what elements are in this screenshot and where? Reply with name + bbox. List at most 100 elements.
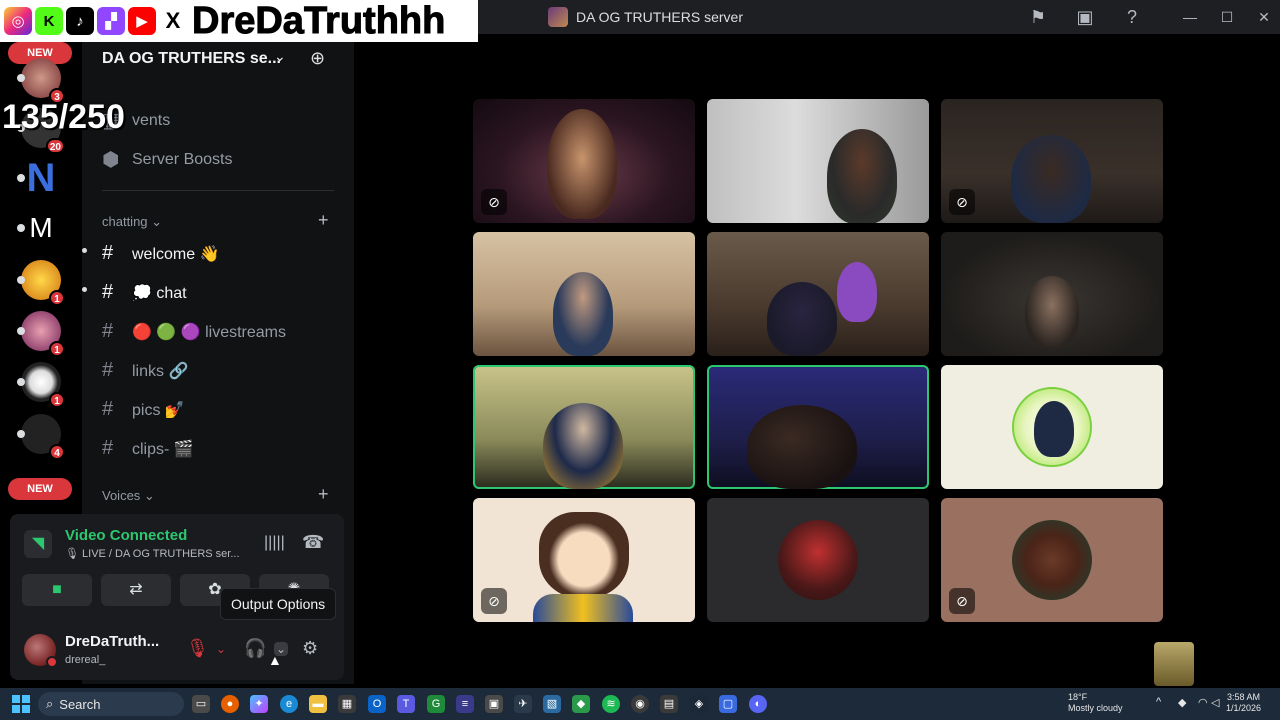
video-tile[interactable] [473,232,695,356]
mic-muted-icon[interactable]: 🎙 [186,638,209,659]
server-name[interactable]: DA OG TRUTHERS se... [102,50,281,68]
file-explorer-icon[interactable]: ▬ [309,695,327,713]
tray-app-icon[interactable]: ◆ [1178,696,1186,709]
minimize-button[interactable]: — [1180,7,1200,27]
start-button[interactable] [12,695,30,713]
invite-people-icon[interactable]: ⊕ [310,48,325,69]
camera-button[interactable]: ■ [22,574,92,606]
flag-icon[interactable]: ⚑ [1027,6,1049,28]
media-icon[interactable]: ▣ [485,695,503,713]
spotify-icon[interactable]: ≋ [602,695,620,713]
elgato-icon[interactable]: ▤ [660,695,678,713]
user-handle: drereal_ [65,654,106,666]
server-icon-1[interactable]: 3 [17,58,65,104]
channel-links[interactable]: # links 🔗 [102,359,188,382]
video-tile-speaking[interactable] [707,365,929,489]
video-tile[interactable]: ⊘ [941,498,1163,622]
video-tile[interactable]: ⊘ [473,99,695,223]
maximize-button[interactable]: ☐ [1217,7,1237,27]
unread-pill [17,430,25,438]
channel-label: pics 💅 [132,401,185,419]
video-tile[interactable]: ⊘ [473,498,695,622]
notes-icon[interactable]: ≡ [456,695,474,713]
discord-icon[interactable]: ◐ [749,695,767,713]
server-icon-5[interactable]: 1 [17,260,65,306]
video-tile[interactable] [707,99,929,223]
noise-suppression-icon[interactable]: ||||| [264,534,285,552]
wifi-icon[interactable]: ◠ [1198,696,1208,709]
server-icon-6[interactable]: 1 [17,311,65,357]
outlook-icon[interactable]: O [368,695,386,713]
clock[interactable]: 3:58 AM 1/1/2026 [1226,692,1261,714]
copilot-icon[interactable]: ✦ [250,695,268,713]
channel-clips[interactable]: # clips- 🎬 [102,437,194,460]
category-voices[interactable]: Voices ⌄ [102,488,155,504]
hash-icon: # [102,242,114,264]
plush-toy [837,262,877,322]
new-unreads-tag-bottom[interactable]: NEW [8,478,72,500]
edge-icon[interactable]: e [280,695,298,713]
close-button[interactable]: ✕ [1254,7,1274,27]
divider [102,190,334,191]
photos-icon[interactable]: ▧ [543,695,561,713]
steam-icon[interactable]: ◈ [690,695,708,713]
video-tile[interactable]: ⊘ [941,99,1163,223]
volume-icon[interactable]: ◁ [1211,696,1219,709]
search-placeholder: Search [59,696,101,712]
category-label: chatting [102,214,148,229]
voice-status[interactable]: Video Connected [65,527,187,544]
user-panel: DreDaTruth... drereal_ 🎙 ⌄ 🎧 ⌄ ⚙ [10,622,344,680]
user-display-name[interactable]: DreDaTruth... [65,633,159,650]
server-icon-7[interactable]: 1 [17,362,65,408]
channel-livestreams[interactable]: # 🔴 🟢 🟣 livestreams [102,320,286,343]
participant-video [747,405,857,489]
voice-channel-location[interactable]: 🎙 LIVE / DA OG TRUTHERS ser... [65,547,240,560]
chevron-down-icon[interactable]: ⌄ [274,48,286,65]
mouse-cursor-icon: ▲ [268,652,282,668]
mic-muted-icon: ⊘ [949,189,975,215]
unread-pill [17,74,25,82]
server-icon-n[interactable]: N [17,158,61,198]
tray-chevron-icon[interactable]: ^ [1156,696,1161,708]
clock-time: 3:58 AM [1227,692,1261,702]
create-voice-channel-icon[interactable]: + [318,484,329,505]
firefox-icon[interactable]: ● [221,695,239,713]
settings-gear-icon[interactable]: ⚙ [302,638,318,659]
participant-avatar [778,520,858,600]
teams-icon[interactable]: T [397,695,415,713]
green-app-icon[interactable]: G [427,695,445,713]
status-indicator [46,656,58,668]
events-label: vents [132,111,171,129]
store-icon[interactable]: ▦ [338,695,356,713]
boost-icon: ⬢ [102,149,120,171]
create-channel-icon[interactable]: + [318,210,329,231]
category-chatting[interactable]: chatting ⌄ [102,214,162,230]
channel-chat[interactable]: # 💭 chat [102,281,187,304]
video-tile[interactable] [707,498,929,622]
chrome-icon[interactable]: ◉ [631,695,649,713]
help-icon[interactable]: ? [1121,6,1143,28]
channel-label: welcome 👋 [132,245,220,263]
remote-icon[interactable]: ▢ [719,695,737,713]
disconnect-icon[interactable]: ☎ [302,532,324,553]
inbox-icon[interactable]: ▣ [1074,6,1096,28]
video-tile[interactable] [941,365,1163,489]
task-view-icon[interactable]: ▭ [192,695,210,713]
server-icon [548,7,568,27]
video-tile[interactable] [707,232,929,356]
video-tile-speaking[interactable] [473,365,695,489]
screen-share-button[interactable]: ⇄ [101,574,171,606]
hash-icon: # [102,359,114,381]
channel-pics[interactable]: # pics 💅 [102,398,185,421]
headphones-icon[interactable]: 🎧 [244,638,266,659]
obs-icon[interactable]: ◆ [572,695,590,713]
server-icon-m[interactable]: M [17,208,61,248]
taskbar-search[interactable]: ⌕ Search [38,692,184,716]
video-tile[interactable] [941,232,1163,356]
channel-welcome[interactable]: # welcome 👋 [102,242,220,265]
server-icon-squad[interactable]: 4 [17,414,65,460]
mic-options-chevron-icon[interactable]: ⌄ [216,642,226,656]
weather-widget[interactable]: 18°F Mostly cloudy [1048,692,1123,714]
app-icon[interactable]: ✈ [514,695,532,713]
server-boosts-item[interactable]: ⬢ Server Boosts [102,147,232,172]
